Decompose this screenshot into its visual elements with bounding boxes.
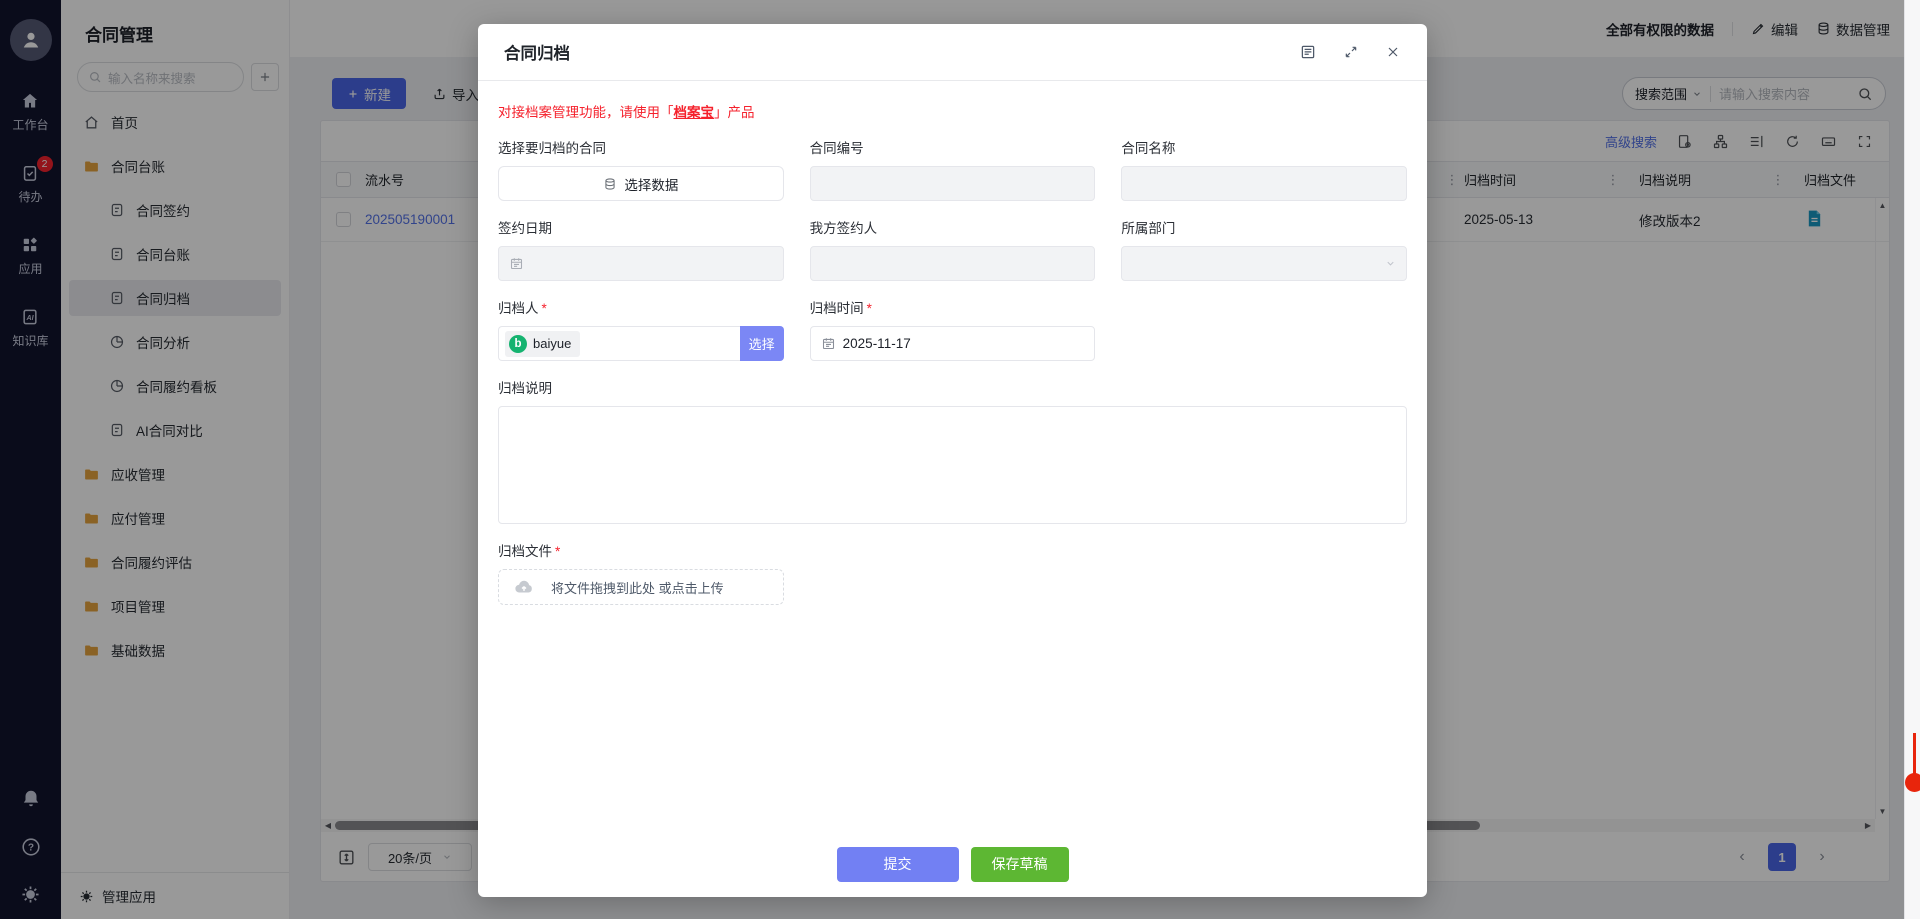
modal-title: 合同归档 [504, 40, 570, 64]
submit-button[interactable]: 提交 [837, 847, 959, 882]
archiver-tag: b baiyue [505, 331, 580, 357]
save-draft-button[interactable]: 保存草稿 [971, 847, 1069, 882]
cloud-upload-icon [513, 576, 535, 598]
archiver-label: 归档人* [498, 297, 784, 317]
archive-time-label: 归档时间* [810, 297, 1096, 317]
sign-date-input [498, 246, 784, 281]
contract-archive-modal: 合同归档 对接档案管理功能，请使用「档案宝」产品 选择要归档的合同 选择数据 合… [478, 24, 1427, 897]
contract-no-label: 合同编号 [810, 137, 1096, 157]
archive-note-label: 归档说明 [498, 377, 1407, 397]
select-data-button[interactable]: 选择数据 [498, 166, 784, 201]
file-upload-dropzone[interactable]: 将文件拖拽到此处 或点击上传 [498, 569, 784, 605]
archiver-name: baiyue [533, 336, 571, 351]
doc-note-icon[interactable] [1299, 43, 1317, 61]
calendar-icon [821, 336, 836, 351]
archiver-select-button[interactable]: 选择 [740, 326, 784, 361]
our-signer-input [810, 246, 1096, 281]
archiver-avatar: b [509, 335, 527, 353]
archive-file-label: 归档文件* [498, 540, 784, 560]
upload-hint: 将文件拖拽到此处 或点击上传 [551, 578, 724, 597]
scroll-position-pin[interactable] [1903, 733, 1920, 792]
sign-date-label: 签约日期 [498, 217, 784, 237]
database-icon [603, 177, 617, 191]
archive-time-input[interactable]: 2025-11-17 [810, 326, 1096, 361]
danganbao-link[interactable]: 档案宝 [674, 105, 715, 120]
chevron-down-icon [1385, 258, 1396, 269]
select-contract-label: 选择要归档的合同 [498, 137, 784, 157]
our-signer-label: 我方签约人 [810, 217, 1096, 237]
contract-name-input [1121, 166, 1407, 201]
department-select [1121, 246, 1407, 281]
contract-no-input [810, 166, 1096, 201]
contract-name-label: 合同名称 [1121, 137, 1407, 157]
expand-icon[interactable] [1343, 44, 1359, 60]
calendar-icon [509, 256, 524, 271]
archive-time-value: 2025-11-17 [843, 336, 911, 351]
archiver-input[interactable]: b baiyue [498, 326, 740, 361]
archive-note-textarea[interactable] [498, 406, 1407, 524]
department-label: 所属部门 [1121, 217, 1407, 237]
close-icon[interactable] [1385, 44, 1401, 60]
archive-notice: 对接档案管理功能，请使用「档案宝」产品 [498, 101, 1407, 121]
